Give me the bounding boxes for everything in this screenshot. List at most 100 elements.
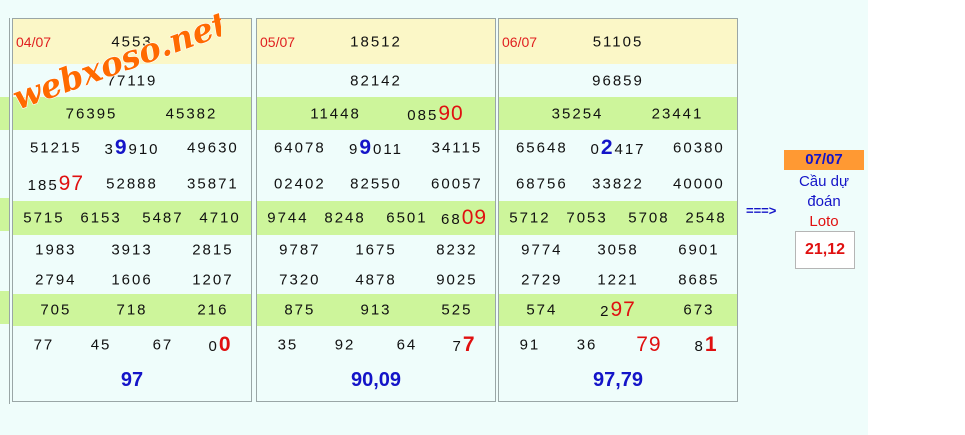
prize-number: 02417 [590, 136, 645, 160]
highlighted-digits: 2 [600, 136, 615, 159]
prize-number: 8685 [678, 271, 720, 288]
prize-number: 99011 [349, 136, 403, 160]
number-part: 0 [590, 141, 601, 158]
highlighted-digits: 90 [438, 101, 464, 125]
prize-number: 35 [277, 336, 299, 354]
prize-row: 35 92 64 77 [257, 326, 495, 364]
prize-number: 35871 [187, 175, 239, 192]
prize-number: 23441 [651, 105, 704, 122]
prize-number: 60057 [431, 175, 483, 192]
arrow-indicator: ===> [746, 203, 777, 218]
prize-row: 77 45 67 00 [13, 326, 251, 364]
prize-number: 67 [152, 336, 174, 354]
highlighted-digits: 9 [359, 136, 374, 159]
prediction-date: 07/07 [784, 150, 864, 170]
panel-result: 90,09 [350, 369, 402, 391]
prize-number: 18512 [350, 33, 402, 50]
prediction-label-line1: Cầu dự [798, 173, 850, 190]
prize-row: 11448 08590 [257, 97, 495, 130]
prize-number: 9025 [436, 271, 478, 288]
highlighted-digits: 09 [461, 206, 488, 229]
prize-number: 45382 [165, 105, 218, 122]
prize-number: 45 [90, 336, 112, 354]
special-prize-row: 04/07 4553 [13, 19, 251, 64]
previous-panel-stub [0, 18, 10, 404]
prize-number: 81 [695, 333, 718, 357]
prize-number: 9774 [521, 241, 563, 259]
draw-date: 06/07 [502, 33, 538, 50]
prize-number: 00 [209, 333, 232, 357]
panel-result: 97,79 [592, 369, 644, 391]
special-prize-row: 06/07 51105 [499, 19, 737, 64]
number-part: 7 [452, 338, 463, 355]
number-part: 910 [128, 141, 160, 158]
prize-number: 718 [116, 301, 148, 319]
prize-number: 5487 [142, 209, 184, 227]
prize-number: 82142 [350, 72, 402, 89]
prize-number: 875 [284, 301, 316, 319]
prize-number: 82550 [350, 175, 402, 192]
prize-number: 6501 [386, 209, 428, 227]
number-part: 9 [349, 141, 360, 158]
prize-row: 9744 8248 6501 6809 [257, 201, 495, 235]
prize-number: 49630 [187, 139, 239, 157]
prize-number: 6153 [80, 209, 122, 227]
number-part: 0 [208, 338, 219, 355]
highlighted-digits: 7 [462, 333, 476, 356]
prize-number: 1207 [192, 271, 234, 288]
result-panel: 04/07 4553 77119 76395 45382 51215 39910 49630 1… [12, 18, 252, 402]
prize-number: 1221 [597, 271, 639, 288]
prize-number: 68756 [515, 175, 568, 192]
prize-number: 913 [360, 301, 392, 319]
prize-row: 875 913 525 [257, 294, 495, 326]
number-part: 085 [407, 106, 439, 124]
prize-number: 7053 [566, 209, 608, 227]
prize-number: 216 [197, 301, 229, 319]
prize-number: 673 [683, 301, 715, 319]
prize-row: 705 718 216 [13, 294, 251, 326]
prize-number: 3913 [111, 241, 153, 259]
prize-number: 8232 [436, 241, 478, 259]
prize-row: 68756 33822 40000 [499, 166, 737, 201]
prize-number: 4710 [199, 209, 241, 227]
prize-row: 65648 02417 60380 [499, 130, 737, 166]
highlighted-digits: 9 [114, 136, 129, 159]
prize-row: 1983 3913 2815 [13, 235, 251, 265]
prize-number: 40000 [673, 175, 725, 192]
prize-number: 7320 [279, 271, 321, 288]
prize-row: 9774 3058 6901 [499, 235, 737, 265]
prize-number: 2794 [35, 271, 77, 288]
prize-number: 91 [519, 336, 541, 354]
prize-number: 2729 [521, 271, 563, 288]
prize-number: 60380 [673, 139, 725, 157]
result-panel: 05/07 18512 82142 11448 08590 64078 99011 34115… [256, 18, 496, 402]
prize-number: 1675 [355, 241, 397, 259]
prize-number: 51105 [592, 33, 644, 50]
prediction-label-line3: Loto [809, 213, 839, 230]
prize-number: 5715 [23, 209, 65, 227]
prize-number: 9744 [267, 209, 309, 227]
highlighted-digits: 0 [218, 333, 232, 356]
number-part: 3 [104, 141, 115, 158]
prize-number: 2815 [192, 241, 234, 259]
prize-row: 5712 7053 5708 2548 [499, 201, 737, 235]
prize-row: 9787 1675 8232 [257, 235, 495, 265]
prize-number: 9787 [279, 241, 321, 259]
number-part: 011 [373, 141, 403, 158]
prize-row: 5715 6153 5487 4710 [13, 201, 251, 235]
panel-result: 97 [120, 369, 144, 391]
prize-number: 6809 [441, 206, 487, 230]
prize-row: 96859 [499, 64, 737, 97]
number-part: 8 [694, 338, 705, 355]
prize-number: 1983 [35, 241, 77, 259]
prize-number: 64078 [273, 139, 326, 157]
number-part: 185 [27, 176, 59, 194]
prize-number: 92 [334, 336, 356, 354]
prize-number: 574 [526, 301, 558, 319]
highlighted-digits: 97 [610, 298, 636, 321]
prize-number: 11448 [310, 105, 361, 122]
draw-date: 05/07 [260, 33, 296, 50]
prize-number: 77119 [106, 72, 158, 89]
prize-row: 2729 1221 8685 [499, 265, 737, 294]
prize-number: 77 [33, 336, 55, 354]
